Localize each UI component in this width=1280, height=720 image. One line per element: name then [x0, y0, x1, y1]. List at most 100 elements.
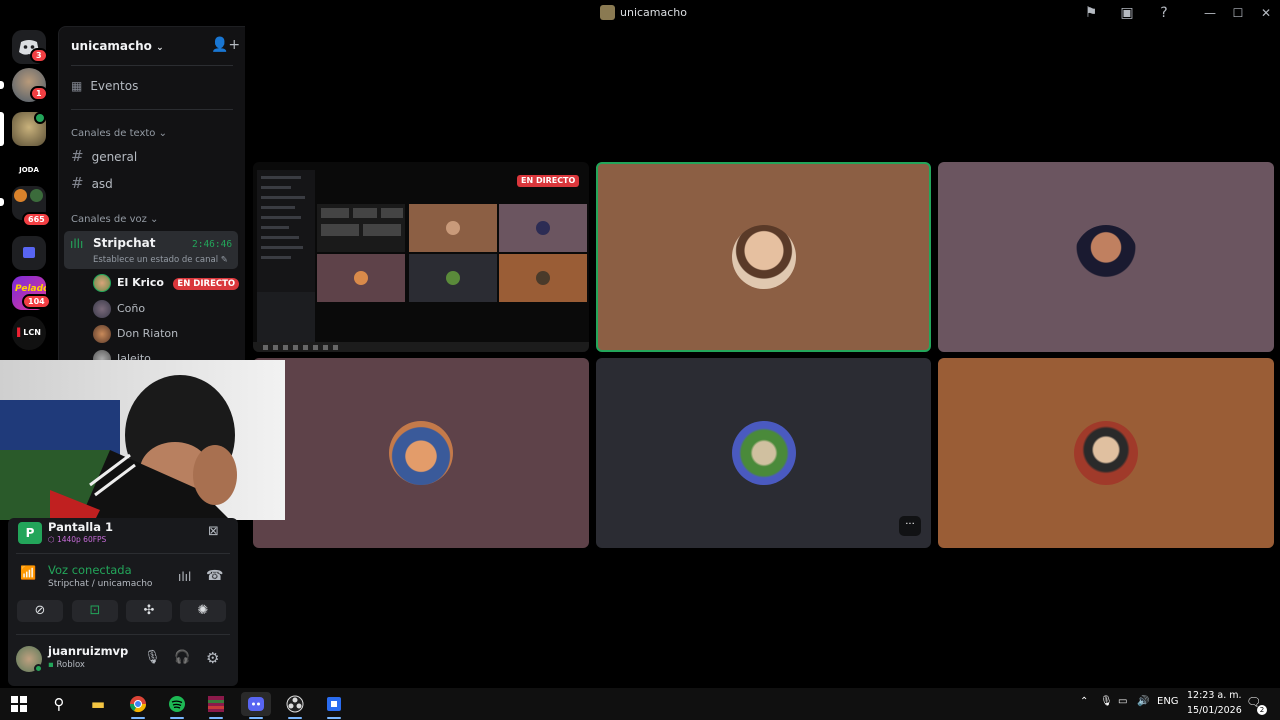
stop-stream-icon[interactable]: ⊠	[208, 524, 219, 539]
participant-tile[interactable]	[253, 358, 589, 548]
participant-tile[interactable]	[938, 162, 1274, 352]
camera-off-button[interactable]: ⊘	[17, 600, 63, 622]
webcam-overlay	[0, 360, 285, 520]
participant-tile[interactable]: ···	[596, 358, 931, 548]
microphone-icon[interactable]: 🎙	[144, 650, 161, 665]
noise-suppression-icon[interactable]: ılıl	[178, 570, 191, 584]
server-name-button[interactable]: unicamacho ⌄	[71, 39, 164, 53]
tray-expand-icon[interactable]: ⌃	[1080, 696, 1088, 707]
screen-share-icon: ⊡	[89, 603, 101, 618]
voice-user[interactable]: El Krico EN DIRECTO	[93, 273, 240, 293]
participant-tile-speaking[interactable]	[596, 162, 931, 352]
discord-taskbar-icon[interactable]	[241, 692, 271, 719]
unread-pill	[0, 198, 4, 206]
clock-time[interactable]: 12:23 a. m.	[1187, 690, 1242, 701]
network-icon[interactable]: ▭	[1118, 696, 1127, 707]
file-explorer-icon[interactable]: ▬	[83, 692, 113, 716]
winrar-icon[interactable]	[201, 692, 231, 719]
voice-indicator-icon	[34, 112, 46, 124]
participant-avatar	[1074, 421, 1138, 485]
video-stage: EN DIRECTO ···	[246, 26, 1280, 688]
activities-icon: ✣	[143, 603, 155, 618]
hash-icon: #	[71, 174, 84, 192]
minimize-icon[interactable]: —	[1200, 4, 1220, 22]
participant-avatar	[731, 225, 796, 289]
help-icon[interactable]: ?	[1155, 4, 1173, 22]
volume-icon[interactable]: 🔊	[1137, 696, 1149, 707]
spotify-icon[interactable]	[162, 692, 192, 719]
server-icon-lcn[interactable]: ▌LCN	[12, 316, 46, 350]
close-icon[interactable]: ✕	[1256, 4, 1276, 22]
channel-asd[interactable]: # asd	[71, 174, 113, 192]
roblox-icon[interactable]	[319, 692, 349, 719]
notification-count: 2	[1257, 705, 1267, 715]
signal-icon[interactable]: 📶	[20, 566, 36, 581]
voice-user[interactable]: Don Riaton	[93, 324, 178, 344]
avatar	[93, 274, 111, 292]
voice-active-icon: ıllı	[70, 237, 84, 251]
window-title: unicamacho	[620, 6, 687, 19]
channel-general[interactable]: # general	[71, 147, 137, 165]
language-indicator[interactable]: ENG	[1157, 696, 1179, 707]
screenshare-tile[interactable]: EN DIRECTO	[253, 162, 589, 352]
participant-avatar	[731, 421, 796, 485]
settings-gear-icon[interactable]: ⚙	[206, 649, 219, 667]
voice-timer: 2:46:46	[192, 239, 233, 250]
online-status-icon	[34, 664, 43, 673]
avatar	[93, 325, 111, 343]
title-bar: unicamacho ⚑ ▣ ? — ☐ ✕	[0, 0, 1280, 26]
text-category[interactable]: Canales de texto ⌄	[71, 128, 167, 139]
stream-preview-icon: P	[18, 522, 42, 544]
voice-user[interactable]: Coño	[93, 299, 145, 319]
live-badge: EN DIRECTO	[517, 168, 580, 187]
participant-avatar	[389, 421, 453, 485]
events-item[interactable]: ▦ Eventos	[71, 79, 138, 93]
camera-off-icon: ⊘	[34, 603, 46, 618]
inbox-icon[interactable]: ▣	[1118, 4, 1136, 22]
more-options-button[interactable]: ···	[899, 516, 921, 536]
selected-pill	[0, 112, 4, 146]
avatar	[93, 300, 111, 318]
voice-location[interactable]: Stripchat / unicamacho	[48, 579, 152, 589]
screenshare-preview	[253, 162, 589, 352]
participant-tile[interactable]	[938, 358, 1274, 548]
server-icon-joda[interactable]: JODA	[12, 153, 46, 187]
clock-date[interactable]: 15/01/2026	[1187, 705, 1242, 716]
screen-share-button[interactable]: ⊡	[72, 600, 118, 622]
live-badge: EN DIRECTO	[173, 278, 240, 290]
headphones-icon[interactable]: 🎧	[174, 650, 190, 665]
soundboard-button[interactable]: ✺	[180, 600, 226, 622]
user-panel: P Pantalla 1 ⬡ 1440p 60FPS ⊠ 📶 Voz conec…	[8, 518, 238, 686]
voice-status[interactable]: Voz conectada	[48, 563, 132, 577]
voice-channel-name: Stripchat	[93, 236, 156, 250]
participant-avatar	[1074, 225, 1138, 289]
user-activity: ▪ Roblox	[48, 660, 85, 670]
channel-sidebar: unicamacho ⌄ 👤+ ▦ Eventos Canales de text…	[58, 26, 245, 361]
chrome-icon[interactable]	[123, 692, 153, 719]
server-folder-blue[interactable]	[12, 236, 46, 270]
channel-status[interactable]: Establece un estado de canal ✎	[93, 255, 228, 265]
voice-category[interactable]: Canales de voz ⌄	[71, 214, 158, 225]
obs-icon[interactable]	[280, 692, 310, 719]
search-icon[interactable]: ⚲	[44, 692, 74, 716]
webcam-image	[0, 360, 285, 520]
add-member-icon[interactable]: 👤+	[211, 37, 240, 53]
hash-icon: #	[71, 147, 84, 165]
stream-title: Pantalla 1	[48, 520, 113, 534]
tray-mic-icon[interactable]: 🎙	[1100, 696, 1113, 707]
calendar-icon: ▦	[71, 79, 83, 93]
disconnect-icon[interactable]: ☎	[206, 568, 223, 584]
server-avatar-icon	[600, 5, 615, 20]
voice-channel-stripchat[interactable]: ıllı Stripchat 2:46:46 Establece un esta…	[64, 231, 238, 269]
start-button[interactable]	[4, 692, 34, 716]
server-badge: 1	[30, 86, 48, 101]
activities-button[interactable]: ✣	[126, 600, 172, 622]
flag-icon[interactable]: ⚑	[1082, 4, 1100, 22]
user-name[interactable]: juanruizmvp	[48, 644, 128, 658]
folder-badge: 665	[22, 212, 51, 227]
home-badge: 3	[30, 48, 48, 63]
maximize-icon[interactable]: ☐	[1228, 4, 1248, 22]
stream-quality: ⬡ 1440p 60FPS	[48, 535, 107, 544]
soundboard-icon: ✺	[197, 603, 209, 618]
unread-pill	[0, 81, 4, 89]
